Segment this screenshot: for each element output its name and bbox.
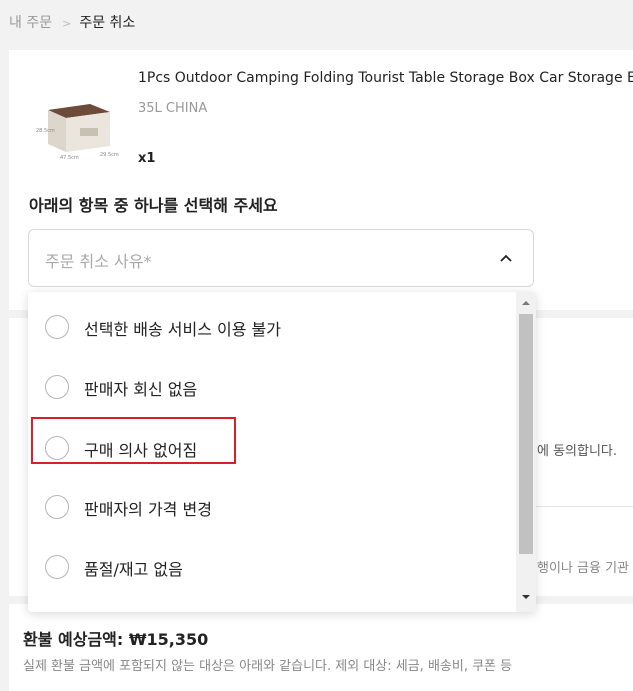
scroll-up-arrow-icon[interactable] (516, 296, 536, 310)
product-variant: 35L CHINA (138, 101, 208, 116)
reason-option[interactable]: 품절/재고 없음 (28, 535, 514, 593)
reason-option-label: 구매 의사 없어짐 (84, 441, 198, 460)
radio-button[interactable] (45, 495, 69, 519)
breadcrumb: 내 주문 > 주문 취소 (9, 12, 135, 32)
radio-button[interactable] (45, 375, 69, 399)
refund-estimate: 환불 예상금액: ₩15,350 (23, 630, 209, 649)
chevron-up-icon[interactable] (497, 250, 515, 268)
scrollbar[interactable] (516, 292, 536, 612)
svg-text:28.5cm: 28.5cm (36, 128, 55, 134)
reason-option[interactable]: 구매 의사 없어짐 (28, 416, 514, 474)
reason-option-label: 선택한 배송 서비스 이용 불가 (84, 320, 281, 339)
reason-prompt: 아래의 항목 중 하나를 선택해 주세요 (29, 196, 278, 215)
reason-option-label: 판매자 회신 없음 (84, 380, 198, 399)
divider (536, 506, 633, 507)
reason-option-label: 품절/재고 없음 (84, 560, 183, 579)
reason-option-label: 판매자의 가격 변경 (84, 500, 212, 519)
cancel-reason-placeholder: 주문 취소 사유* (45, 252, 152, 271)
radio-button[interactable] (45, 436, 69, 460)
refund-note: 실제 환불 금액에 포함되지 않는 대상은 아래와 같습니다. 제외 대상: 세… (23, 659, 513, 674)
breadcrumb-current: 주문 취소 (79, 15, 136, 31)
cancel-reason-select[interactable]: 주문 취소 사유* (28, 229, 534, 287)
product-thumbnail: 28.5cm 47.5cm 29.5cm (36, 104, 119, 161)
svg-text:47.5cm: 47.5cm (60, 155, 79, 161)
svg-text:29.5cm: 29.5cm (100, 152, 119, 158)
reason-option[interactable]: 판매자 회신 없음 (28, 355, 514, 413)
reason-option[interactable]: 판매자의 가격 변경 (28, 475, 514, 533)
scroll-down-arrow-icon[interactable] (516, 590, 536, 604)
cancel-reason-dropdown: 선택한 배송 서비스 이용 불가 판매자 회신 없음 구매 의사 없어짐 판매자… (28, 292, 536, 612)
agreement-text-fragment: 에 동의합니다. (537, 444, 618, 459)
scrollbar-thumb[interactable] (519, 314, 533, 554)
radio-button[interactable] (45, 315, 69, 339)
product-title[interactable]: 1Pcs Outdoor Camping Folding Tourist Tab… (138, 70, 633, 86)
bank-text-fragment: 행이나 금융 기관 (537, 561, 629, 576)
radio-button[interactable] (45, 555, 69, 579)
breadcrumb-my-orders[interactable]: 내 주문 (9, 15, 52, 31)
reason-option[interactable]: 선택한 배송 서비스 이용 불가 (28, 295, 514, 353)
product-quantity: x1 (138, 151, 156, 166)
breadcrumb-separator: > (62, 17, 72, 30)
